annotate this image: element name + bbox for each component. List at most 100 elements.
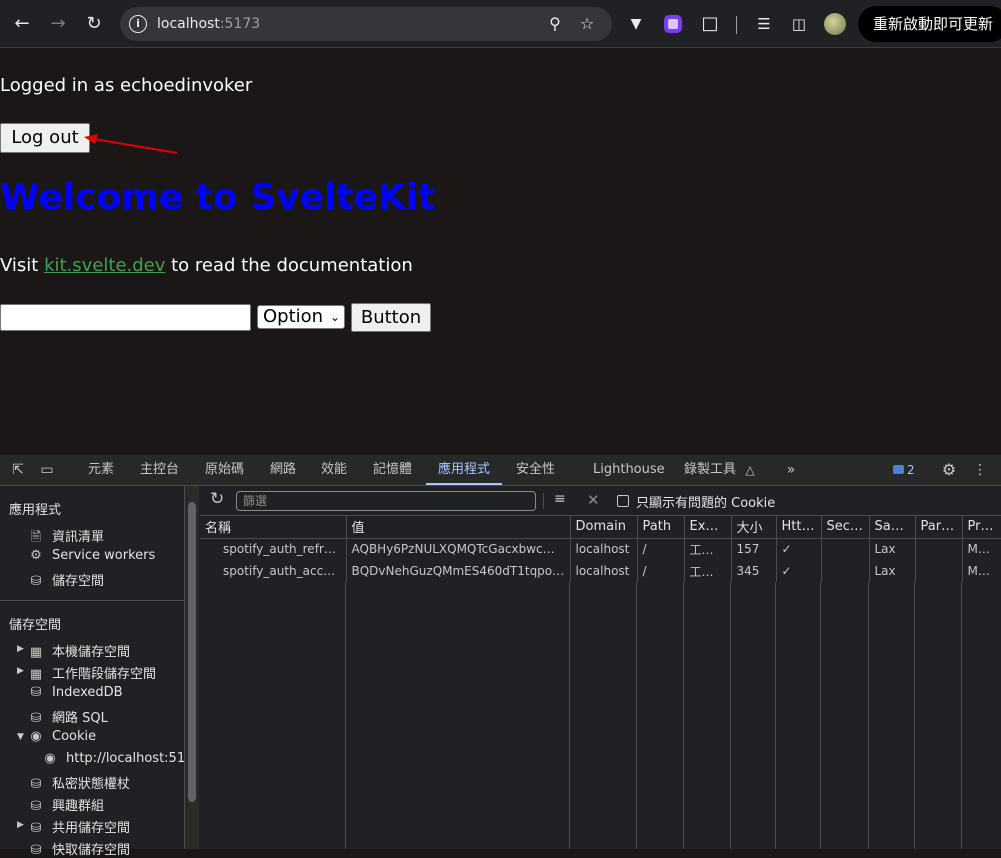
tab-performance[interactable]: 效能 [321,455,347,485]
sidebar-item-label: 共用儲存空間 [52,821,131,836]
expand-triangle-icon[interactable]: ▶ [17,644,24,654]
browser-toolbar: ← → ↻ i localhost:5173 ⚲ ☆ ▼ □ ☰ ◫ 重新啟動即… [0,0,1001,48]
expand-triangle-icon[interactable]: ▶ [17,820,24,830]
cookie-httponly-cell: ✓ [776,560,822,582]
only-issues-checkbox[interactable] [617,495,629,507]
document-icon: 🗎 [30,530,42,545]
media-playlist-icon[interactable]: ☰ [750,10,778,38]
sidebar-item-web-sql[interactable]: ⛁ 網路 SQL [28,707,108,726]
url-text[interactable]: localhost:5173 [157,16,260,32]
sidebar-scrollbar[interactable] [185,486,199,849]
forward-icon[interactable]: → [44,10,72,38]
filterbar-divider [543,493,544,509]
tab-console[interactable]: 主控台 [140,455,179,485]
only-issues-label: 只顯示有問題的 Cookie [636,496,776,511]
column-header[interactable]: 值 [346,516,571,539]
tab-application[interactable]: 應用程式 [426,455,503,485]
chevron-down-icon: ⌄ [329,310,340,324]
clear-all-icon[interactable]: ✕ [587,491,600,509]
profile-avatar[interactable] [824,13,846,35]
issues-icon [893,465,904,474]
tab-security[interactable]: 安全性 [516,455,555,485]
sidebar-item-private-state-tokens[interactable]: ⛁ 私密狀態權杖 [28,773,130,792]
sidebar-item-indexeddb[interactable]: ⛁ IndexedDB [28,685,123,700]
cookie-samesite-cell: Lax [869,538,916,560]
address-bar[interactable]: i localhost:5173 ⚲ ☆ [120,7,612,41]
column-header[interactable]: Par… [915,516,963,539]
inspect-element-icon[interactable]: ⇱ [9,462,27,478]
sidebar-item-storage[interactable]: ⛁ 儲存空間 [28,570,104,589]
submit-button[interactable]: Button [351,303,431,332]
sidebar-item-label: 私密狀態權杖 [52,777,131,792]
vue-devtools-icon[interactable]: ▼ [622,10,650,38]
extension-purple-icon[interactable] [664,15,682,33]
logout-button[interactable]: Log out [0,123,90,153]
device-toolbar-icon[interactable]: ▭ [38,462,56,478]
visit-text: Visit kit.svelte.dev to read the documen… [0,255,413,276]
sidebar-item-cookie[interactable]: ◉ Cookie [28,729,96,744]
sidebar-item-manifest[interactable]: 🗎 資訊清單 [28,526,104,550]
more-options-icon[interactable]: ⋮ [971,462,989,478]
settings-gear-icon[interactable]: ⚙ [940,462,958,478]
cookie-size-cell: 157 [731,538,777,560]
scrollbar-thumb[interactable] [188,502,196,802]
sidebar-item-label: 快取儲存空間 [52,843,131,858]
back-icon[interactable]: ← [8,10,36,38]
cookies-table: 名稱 值 Domain Path Exp… 大小 Htt… Sec… Sa… P… [200,516,1001,582]
column-header[interactable]: Path [637,516,685,539]
cookie-domain-cell: localhost [570,538,638,560]
tab-network[interactable]: 網路 [270,455,296,485]
expand-triangle-icon[interactable]: ▶ [17,666,24,676]
cookie-priority-cell: Me… [962,538,1001,560]
sidebar-item-service-workers[interactable]: ⚙ Service workers [28,548,155,563]
reload-icon[interactable]: ↻ [80,10,108,38]
column-header[interactable]: Domain [570,516,638,539]
column-header[interactable]: Sa… [869,516,916,539]
option-select[interactable]: Option ⌄ [257,305,345,329]
tab-recorder[interactable]: 錄製工具 [684,455,736,485]
cookie-icon: ◉ [30,729,42,744]
issues-count: 2 [907,463,915,477]
collapse-triangle-icon[interactable]: ▼ [17,732,24,742]
filter-input[interactable]: 篩選 [236,491,536,511]
tab-lighthouse[interactable]: Lighthouse [593,455,665,485]
column-header[interactable]: Exp… [684,516,732,539]
table-row[interactable]: spotify_auth_refr… AQBHy6PzNULXQMQTcGacx… [200,538,1001,560]
column-header[interactable]: Sec… [821,516,870,539]
page-content: Logged in as echoedinvoker Log out Welco… [0,49,1001,455]
sidebar-item-shared-storage[interactable]: ⛁ 共用儲存空間 [28,817,130,836]
side-panel-icon[interactable]: ◫ [785,10,813,38]
database-icon: ⛁ [30,685,42,700]
table-row[interactable]: spotify_auth_acc… BQDvNehGuzQMmES460dT1t… [200,560,1001,582]
select-value: Option [263,306,324,327]
sidebar-item-label: 工作階段儲存空間 [52,667,157,682]
sidebar-item-interest-groups[interactable]: ⛁ 興趣群組 [28,795,104,814]
extensions-puzzle-icon[interactable]: □ [696,10,724,38]
bookmark-star-icon[interactable]: ☆ [576,13,598,35]
text-input[interactable] [0,304,251,331]
sidebar-item-session-storage[interactable]: ▦ 工作階段儲存空間 [28,663,156,682]
update-button[interactable]: 重新啟動即可更新 [858,6,1001,42]
sidebar-item-cookie-localhost[interactable]: ◉ http://localhost:5173 [42,751,184,766]
docs-link[interactable]: kit.svelte.dev [44,255,165,276]
tab-elements[interactable]: 元素 [88,455,114,485]
tab-memory[interactable]: 記憶體 [373,455,412,485]
column-header[interactable]: 名稱 [200,516,347,539]
clear-filtered-icon[interactable]: ≡ [554,491,566,507]
table-icon: ▦ [29,667,43,682]
column-header[interactable]: 大小 [731,516,777,539]
sidebar-heading-storage: 儲存空間 [9,618,62,633]
more-tabs-icon[interactable]: » [782,462,800,478]
column-header[interactable]: Htt… [776,516,822,539]
database-icon: ⛁ [30,821,42,836]
site-info-icon[interactable]: i [129,15,147,33]
zoom-icon[interactable]: ⚲ [544,13,566,35]
devtools-tabbar: ⇱ ▭ 元素 主控台 原始碼 網路 效能 記憶體 應用程式 安全性 Lighth… [0,455,1001,486]
cookie-path-cell: / [637,538,685,560]
sidebar-item-local-storage[interactable]: ▦ 本機儲存空間 [28,641,130,660]
column-header[interactable]: Pr… [962,516,1001,539]
cookie-domain-cell: localhost [570,560,638,582]
issues-badge[interactable]: 2 [893,463,915,477]
refresh-icon[interactable]: ↻ [210,489,224,509]
tab-sources[interactable]: 原始碼 [205,455,244,485]
